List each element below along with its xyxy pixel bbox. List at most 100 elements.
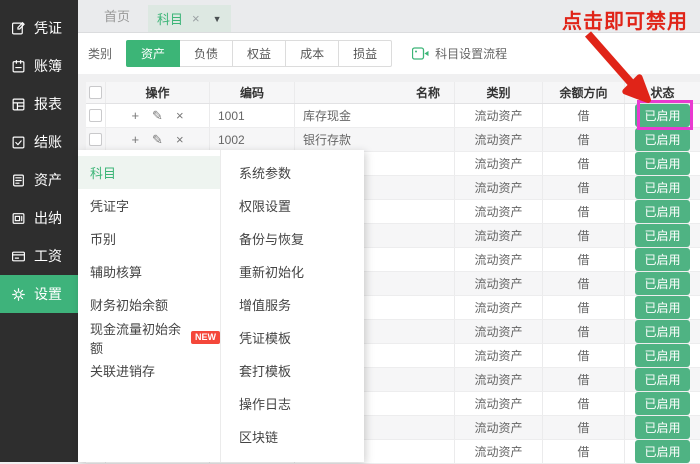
settings-menu-item[interactable]: 重新初始化 — [221, 255, 364, 288]
cell-code: 1001 — [210, 104, 295, 127]
sidebar-item-settings[interactable]: 设置 — [0, 275, 78, 313]
category-tab[interactable]: 负债 — [179, 40, 233, 67]
settings-menu-item[interactable]: 辅助核算 — [78, 255, 220, 288]
add-icon[interactable]: + — [131, 109, 139, 122]
status-button[interactable]: 已启用 — [635, 344, 689, 367]
cell-direction: 借 — [543, 200, 625, 223]
sidebar-item-voucher[interactable]: 凭证 — [0, 9, 78, 47]
cell-category: 流动资产 — [455, 416, 543, 439]
chevron-down-icon[interactable]: ▼ — [213, 14, 222, 24]
row-checkbox[interactable] — [89, 133, 102, 146]
settings-menu-item[interactable]: 权限设置 — [221, 189, 364, 222]
cell-category: 流动资产 — [455, 104, 543, 127]
subject-setup-flow-label: 科目设置流程 — [435, 45, 507, 62]
cell-category: 流动资产 — [455, 152, 543, 175]
sidebar-item-label: 账簿 — [34, 56, 62, 76]
status-button[interactable]: 已启用 — [635, 152, 689, 175]
voucher-icon — [11, 21, 26, 36]
row-checkbox[interactable] — [89, 109, 102, 122]
sidebar-item-asset[interactable]: 资产 — [0, 161, 78, 199]
report-icon — [11, 97, 26, 112]
settings-menu-item[interactable]: 现金流量初始余额 NEW — [78, 321, 220, 354]
cell-direction: 借 — [543, 392, 625, 415]
ledger-icon — [11, 59, 26, 74]
tab-subjects[interactable]: 科目 × ▼ — [148, 5, 231, 32]
cell-category: 流动资产 — [455, 272, 543, 295]
cell-category: 流动资产 — [455, 128, 543, 151]
category-tab[interactable]: 资产 — [126, 40, 180, 67]
settings-menu-item[interactable]: 凭证模板 — [221, 321, 364, 354]
settings-menu-item[interactable]: 备份与恢复 — [221, 222, 364, 255]
cell-category: 流动资产 — [455, 320, 543, 343]
status-button[interactable]: 已启用 — [635, 200, 689, 223]
sidebar-item-ledger[interactable]: 账簿 — [0, 47, 78, 85]
settings-menu-item[interactable]: 币别 — [78, 222, 220, 255]
settings-menu-item[interactable]: 科目 — [78, 156, 220, 189]
cell-direction: 借 — [543, 224, 625, 247]
col-actions: 操作 — [106, 82, 210, 103]
cell-direction: 借 — [543, 104, 625, 127]
settings-menu-item[interactable]: 套打模板 — [221, 354, 364, 387]
cell-name: 银行存款 — [295, 128, 455, 151]
delete-icon[interactable]: × — [176, 109, 184, 122]
cell-direction: 借 — [543, 440, 625, 463]
col-name: 名称 — [295, 82, 455, 103]
sidebar-item-closing[interactable]: 结账 — [0, 123, 78, 161]
delete-icon[interactable]: × — [176, 133, 184, 146]
edit-icon[interactable]: ✎ — [152, 133, 163, 146]
asset-icon — [11, 173, 26, 188]
edit-icon[interactable]: ✎ — [152, 109, 163, 122]
settings-menu-item[interactable]: 区块链 — [221, 420, 364, 453]
status-button[interactable]: 已启用 — [635, 368, 689, 391]
cell-category: 流动资产 — [455, 344, 543, 367]
status-button[interactable]: 已启用 — [635, 296, 689, 319]
settings-icon — [11, 287, 26, 302]
status-button[interactable]: 已启用 — [635, 272, 689, 295]
cell-direction: 借 — [543, 296, 625, 319]
settings-menu-item[interactable]: 财务初始余额 — [78, 288, 220, 321]
sidebar-item-label: 结账 — [34, 132, 62, 152]
settings-menu-item[interactable]: 关联进销存 — [78, 354, 220, 387]
status-button[interactable]: 已启用 — [635, 392, 689, 415]
category-filter-label: 类别 — [88, 45, 112, 62]
sidebar-item-payroll[interactable]: 工资 — [0, 237, 78, 275]
status-button[interactable]: 已启用 — [635, 320, 689, 343]
cell-code: 1002 — [210, 128, 295, 151]
status-button[interactable]: 已启用 — [635, 128, 689, 151]
col-category: 类别 — [455, 82, 543, 103]
settings-menu-item[interactable]: 系统参数 — [221, 156, 364, 189]
settings-menu-column-2: 系统参数 权限设置 备份与恢复 重新初始化 增值服务 凭证模板 套打模板 操作日… — [221, 150, 364, 462]
cell-category: 流动资产 — [455, 368, 543, 391]
sidebar-item-label: 凭证 — [34, 18, 62, 38]
cell-direction: 借 — [543, 152, 625, 175]
tab-home[interactable]: 首页 — [86, 0, 148, 32]
settings-menu-item[interactable]: 增值服务 — [221, 288, 364, 321]
subject-setup-flow-link[interactable]: 科目设置流程 — [412, 45, 507, 62]
add-icon[interactable]: + — [131, 133, 139, 146]
table-header: 操作 编码 名称 类别 余额方向 状态 — [86, 82, 700, 104]
cell-name: 库存现金 — [295, 104, 455, 127]
settings-menu-item[interactable]: 操作日志 — [221, 387, 364, 420]
category-tab[interactable]: 权益 — [232, 40, 286, 67]
category-button-group: 资产 负债 权益 成本 损益 — [126, 40, 392, 67]
table-row: + ✎ × 1002 银行存款 流动资产 借 已启用 — [86, 128, 700, 152]
category-tab[interactable]: 成本 — [285, 40, 339, 67]
cell-category: 流动资产 — [455, 392, 543, 415]
cell-direction: 借 — [543, 272, 625, 295]
toolbar: 类别 资产 负债 权益 成本 损益 科目设置流程 — [78, 33, 700, 74]
sidebar-item-report[interactable]: 报表 — [0, 85, 78, 123]
status-button[interactable]: 已启用 — [635, 248, 689, 271]
status-button[interactable]: 已启用 — [635, 104, 689, 127]
cell-category: 流动资产 — [455, 440, 543, 463]
select-all-checkbox[interactable] — [89, 86, 102, 99]
cell-direction: 借 — [543, 128, 625, 151]
status-button[interactable]: 已启用 — [635, 440, 689, 463]
status-button[interactable]: 已启用 — [635, 224, 689, 247]
category-tab[interactable]: 损益 — [338, 40, 392, 67]
status-button[interactable]: 已启用 — [635, 176, 689, 199]
sidebar-item-label: 工资 — [34, 246, 62, 266]
settings-menu-item[interactable]: 凭证字 — [78, 189, 220, 222]
status-button[interactable]: 已启用 — [635, 416, 689, 439]
sidebar-item-cashier[interactable]: 出纳 — [0, 199, 78, 237]
close-icon[interactable]: × — [192, 11, 200, 26]
